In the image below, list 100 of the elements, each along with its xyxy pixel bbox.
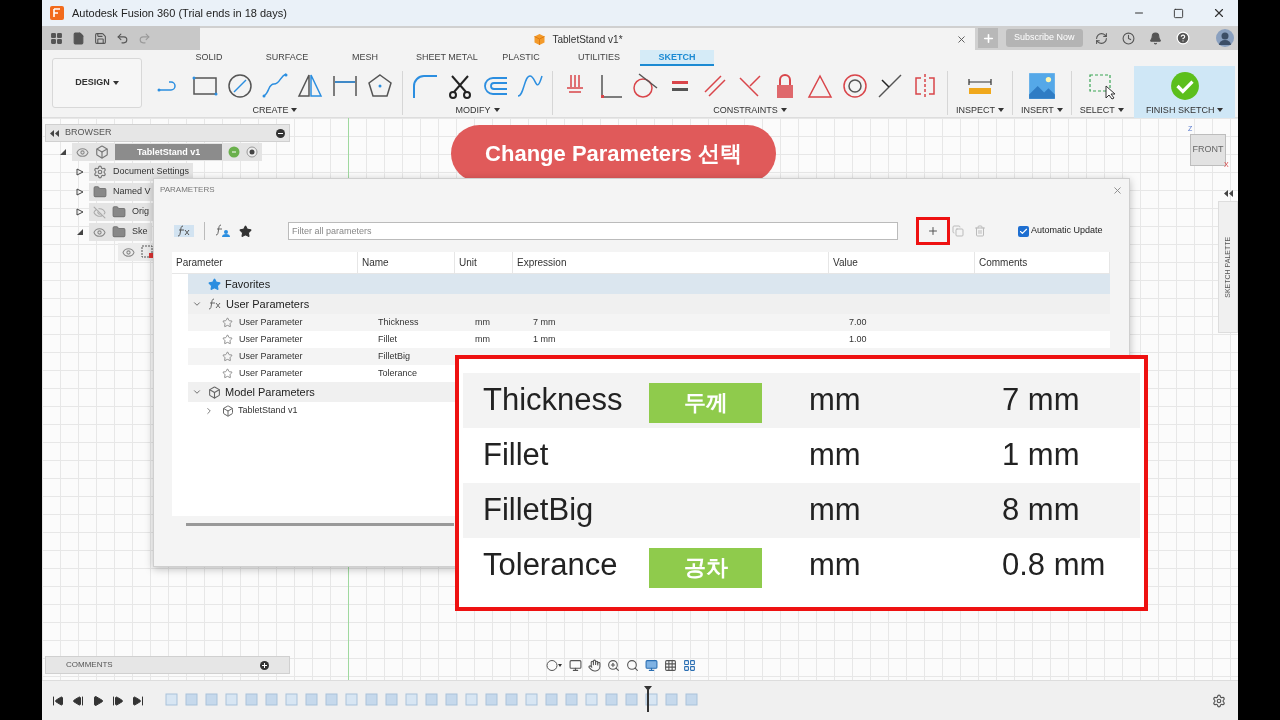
selection-icon[interactable]	[1087, 72, 1116, 100]
play-icon[interactable]	[92, 694, 104, 707]
table-cell: 7 mm	[533, 316, 556, 327]
triangle-icon[interactable]	[806, 72, 834, 100]
ribbon-tab[interactable]: PLASTIC	[484, 50, 558, 66]
tool-group-menu[interactable]: INSPECT	[956, 103, 1004, 117]
column-header[interactable]: Name	[362, 255, 389, 270]
tree-item-label[interactable]: Ske	[132, 225, 148, 239]
expanded-triangle-icon[interactable]	[76, 228, 84, 236]
settings-icon[interactable]	[1212, 693, 1226, 708]
previous-step-icon[interactable]	[72, 694, 84, 707]
ribbon-tab[interactable]: UTILITIES	[562, 50, 636, 66]
zoom-icon[interactable]	[607, 659, 620, 672]
star-icon[interactable]	[222, 334, 233, 345]
folder-icon	[112, 225, 126, 239]
new-tab-button[interactable]	[978, 28, 998, 48]
column-header[interactable]: Comments	[979, 255, 1028, 270]
tangent-icon[interactable]	[631, 72, 659, 100]
apps-grid-icon[interactable]	[50, 31, 63, 45]
eye-icon[interactable]	[93, 225, 106, 239]
minimize-panel-icon[interactable]	[276, 128, 285, 138]
eye-icon[interactable]	[76, 145, 89, 159]
collapse-chevron-icon[interactable]	[192, 387, 202, 397]
document-tab[interactable]: TabletStand v1*	[200, 28, 975, 50]
tool-group-menu[interactable]: CONSTRAINTS	[713, 103, 787, 117]
close-tab-icon[interactable]	[956, 33, 967, 45]
help-icon[interactable]	[1175, 31, 1190, 45]
expression-text: 7 mm	[1002, 382, 1080, 418]
spline-icon[interactable]	[261, 72, 289, 100]
expand-chevron-icon[interactable]	[204, 405, 214, 416]
ribbon-tab[interactable]: SHEET METAL	[406, 50, 480, 66]
ribbon-tab[interactable]: MESH	[328, 50, 402, 66]
save-icon[interactable]	[94, 31, 107, 45]
collapsed-triangle-icon[interactable]	[76, 188, 84, 196]
function-button[interactable]	[174, 225, 194, 237]
star-icon[interactable]	[222, 351, 233, 362]
ribbon-tab[interactable]: SURFACE	[250, 50, 324, 66]
mirror-icon[interactable]	[296, 72, 324, 100]
last-step-icon[interactable]	[132, 694, 144, 707]
tool-group-menu[interactable]: SELECT	[1079, 103, 1124, 117]
grid-icon[interactable]	[664, 659, 677, 672]
file-icon[interactable]	[72, 31, 85, 45]
concentric-icon[interactable]	[841, 72, 869, 100]
column-header[interactable]: Expression	[517, 255, 567, 270]
collapse-chevron-icon[interactable]	[192, 299, 202, 309]
ribbon-tab[interactable]: SOLID	[172, 50, 246, 66]
sync-icon[interactable]	[1094, 31, 1108, 45]
radio-icon[interactable]	[246, 146, 259, 158]
checkbox-label: Automatic Update	[1031, 224, 1103, 238]
table-cell: 1 mm	[533, 333, 556, 344]
next-step-icon[interactable]	[112, 694, 124, 707]
star-icon[interactable]	[239, 224, 252, 238]
expanded-triangle-icon[interactable]	[59, 148, 67, 156]
undo-icon[interactable]	[116, 31, 129, 45]
collapse-panel-icon[interactable]	[50, 129, 59, 137]
filter-field[interactable]: Filter all parameters	[288, 222, 898, 240]
scrollbar[interactable]	[186, 523, 454, 526]
add-comment-icon[interactable]	[260, 660, 269, 670]
close-icon[interactable]	[1212, 6, 1226, 20]
clock-icon[interactable]	[1121, 31, 1135, 45]
cube-icon	[533, 32, 547, 46]
tool-group-menu[interactable]: MODIFY	[455, 103, 500, 117]
expand-panel-icon[interactable]	[1223, 190, 1233, 197]
timeline-feature-icon[interactable]	[644, 692, 660, 706]
collapsed-triangle-icon[interactable]	[76, 208, 84, 216]
caret-icon	[1217, 108, 1224, 113]
tool-group-menu[interactable]: INSERT	[1021, 103, 1063, 117]
star-icon[interactable]	[222, 368, 233, 379]
group-label: Favorites	[225, 276, 271, 292]
pan-icon[interactable]	[588, 659, 601, 672]
user-function-icon[interactable]	[215, 224, 231, 238]
first-step-icon[interactable]	[52, 694, 64, 707]
polygon-icon[interactable]	[366, 72, 394, 100]
caret-icon	[1056, 108, 1063, 113]
column-header[interactable]: Value	[833, 255, 858, 270]
maximize-icon[interactable]	[1173, 7, 1184, 19]
zoom-window-icon[interactable]	[626, 659, 639, 672]
checkbox[interactable]	[1018, 225, 1029, 237]
table-cell: 7.00	[849, 316, 867, 327]
fillet-icon[interactable]	[411, 72, 439, 100]
circle-icon[interactable]	[226, 72, 254, 100]
workspace-button[interactable]: DESIGN	[52, 58, 142, 108]
star-icon[interactable]	[222, 317, 233, 328]
bell-icon[interactable]	[1148, 31, 1162, 45]
activate-icon[interactable]	[228, 146, 241, 158]
orbit-icon[interactable]	[545, 659, 563, 672]
column-header[interactable]: Parameter	[176, 255, 223, 270]
app-logo-icon	[50, 6, 64, 20]
viewports-icon[interactable]	[683, 659, 696, 672]
finish-sketch-button[interactable]: FINISH SKETCH	[1133, 66, 1236, 120]
column-header[interactable]: Unit	[459, 255, 477, 270]
display-icon[interactable]	[645, 659, 658, 672]
add-button[interactable]	[916, 217, 950, 245]
image-icon[interactable]	[1026, 71, 1057, 101]
tool-group-menu[interactable]: CREATE	[252, 103, 298, 117]
curve-icon[interactable]	[516, 72, 544, 100]
eye-icon[interactable]	[122, 245, 135, 259]
collapsed-triangle-icon[interactable]	[76, 168, 84, 176]
timeline-marker-icon[interactable]	[644, 686, 652, 712]
avatar-icon[interactable]	[1215, 29, 1234, 47]
